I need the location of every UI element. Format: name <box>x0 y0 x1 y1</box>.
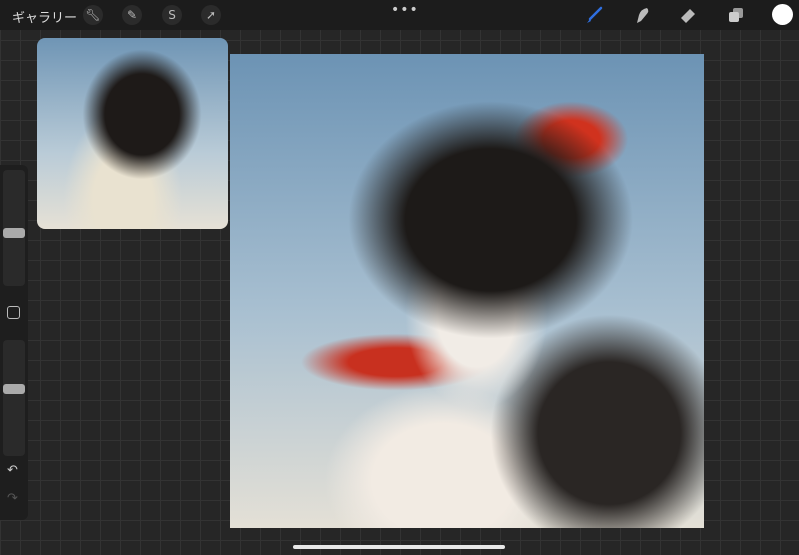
home-indicator <box>293 545 505 549</box>
left-sidebar: ↶ ↷ <box>0 165 28 520</box>
redo-icon[interactable]: ↷ <box>7 491 18 506</box>
transform-arrow-icon[interactable]: ➚ <box>201 5 221 25</box>
wrench-icon[interactable]: 🔧︎ <box>83 5 103 25</box>
eraser-icon[interactable] <box>677 5 699 25</box>
layers-icon[interactable] <box>725 5 747 25</box>
brush-icon[interactable] <box>583 5 605 25</box>
opacity-handle[interactable] <box>3 384 25 394</box>
brush-size-slider[interactable] <box>3 170 25 286</box>
undo-icon[interactable]: ↶ <box>7 463 18 478</box>
modify-button[interactable] <box>7 306 20 319</box>
brush-size-handle[interactable] <box>3 228 25 238</box>
top-toolbar: ギャラリー 🔧︎ ✎ S ➚ ••• <box>0 0 799 30</box>
smudge-icon[interactable] <box>631 5 653 25</box>
magic-wand-icon[interactable]: ✎ <box>122 5 142 25</box>
reference-thumbnail[interactable] <box>37 38 228 229</box>
opacity-slider[interactable] <box>3 340 25 456</box>
selection-icon[interactable]: S <box>162 5 182 25</box>
color-picker-button[interactable] <box>772 4 793 25</box>
gallery-button[interactable]: ギャラリー <box>12 7 77 26</box>
more-options-button[interactable]: ••• <box>391 2 419 18</box>
drawing-canvas[interactable] <box>230 54 704 528</box>
